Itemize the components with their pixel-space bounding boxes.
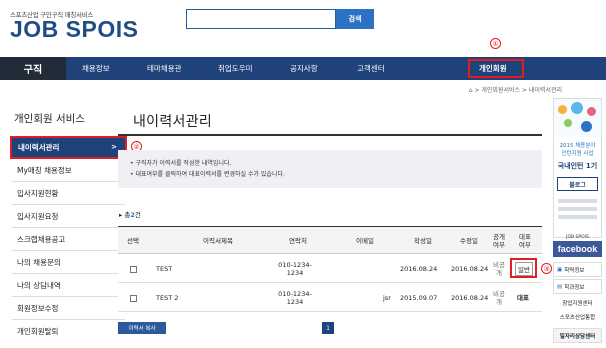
col-public: 공개 여부 bbox=[493, 233, 505, 249]
notice-line: • 대표여부를 클릭하여 대표이력서를 변경하실 수가 있습니다. bbox=[130, 171, 285, 178]
quicklink-major[interactable]: ▤ 학과정보 bbox=[553, 279, 602, 294]
quicklink-label: 학과정보 bbox=[564, 284, 585, 291]
col-created: 작성일 bbox=[414, 237, 432, 245]
notice-line: • 구직자가 이력서를 작성한 내역입니다. bbox=[130, 160, 232, 167]
highlight-box-button bbox=[510, 258, 537, 278]
public-status: 비공 개 bbox=[493, 261, 505, 277]
banner-line1: 2015 채용분야 bbox=[559, 143, 596, 149]
nav-job-helper[interactable]: 취업도우미 bbox=[218, 57, 253, 80]
public-status: 비공 개 bbox=[493, 290, 505, 306]
quicklink-startup[interactable]: 창업지원센터 bbox=[553, 296, 602, 309]
banner-graphic bbox=[554, 99, 601, 137]
nav-notices[interactable]: 공지사항 bbox=[290, 57, 318, 80]
sidebar-item-consultations[interactable]: 나의 상담내역 bbox=[12, 274, 125, 297]
sidebar-item-application-status[interactable]: 입사지원현황 bbox=[12, 182, 125, 205]
breadcrumb: ⌂ > 개인회원서비스 > 내이력서관리 bbox=[468, 87, 562, 94]
balloon-icon bbox=[571, 102, 583, 114]
highlight-box-nav bbox=[468, 59, 524, 78]
sidebar-item-scrap[interactable]: 스크랩채용공고 bbox=[12, 228, 125, 251]
count-prefix: ▸ 총 bbox=[119, 211, 131, 219]
quicklink-education[interactable]: ▣ 학력정보 bbox=[553, 262, 602, 277]
col-resume-title: 이력서제목 bbox=[203, 237, 233, 245]
facebook-caption: JOB SPOIS bbox=[566, 235, 589, 240]
search-input[interactable] bbox=[186, 9, 336, 29]
highlight-box-sidebar bbox=[10, 136, 127, 159]
balloon-icon bbox=[581, 121, 592, 132]
resume-phone: 010-1234- 1234 bbox=[278, 261, 312, 277]
total-count: ▸ 총2건 bbox=[119, 209, 141, 219]
title-divider bbox=[118, 134, 542, 136]
callout-3: ③ bbox=[541, 263, 552, 274]
balloon-icon bbox=[558, 105, 567, 114]
pagination-page[interactable]: 1 bbox=[322, 322, 334, 334]
nav-theme-hiring[interactable]: 테마채용관 bbox=[147, 57, 182, 80]
search-button[interactable]: 검색 bbox=[336, 9, 374, 29]
sidebar-item-withdraw[interactable]: 개인회원탈퇴 bbox=[12, 320, 125, 343]
banner-blog-button[interactable]: 블로그 bbox=[557, 177, 598, 191]
resume-modified: 2016.08.24 bbox=[451, 265, 489, 273]
callout-1: ① bbox=[490, 38, 501, 49]
col-modified: 수정일 bbox=[460, 237, 478, 245]
col-email: 이메일 bbox=[356, 237, 374, 245]
sidebar-title: 개인회원 서비스 bbox=[14, 113, 85, 125]
book-icon: ▤ bbox=[557, 283, 563, 290]
resume-title[interactable]: TEST 2 bbox=[156, 284, 178, 312]
col-select: 선택 bbox=[127, 237, 139, 245]
partner-logo bbox=[558, 215, 597, 219]
table-row: TEST 2 010-1234- 1234 jsr 2015.09.07 201… bbox=[118, 284, 542, 312]
balloon-icon bbox=[587, 107, 596, 116]
intern-banner[interactable]: 2015 채용분야 인턴지원 사업 국내인턴 1기 블로그 bbox=[553, 98, 602, 238]
table-row: TEST 010-1234- 1234 2016.08.24 2016.08.2… bbox=[118, 255, 542, 283]
resume-email: jsr bbox=[383, 294, 391, 302]
site-logo[interactable]: JOB SPOIS bbox=[10, 16, 138, 43]
row-checkbox[interactable] bbox=[130, 265, 137, 273]
resume-title[interactable]: TEST bbox=[156, 255, 172, 283]
nav-main-job-seeker[interactable]: 구직 bbox=[0, 57, 66, 80]
sidebar-item-edit-profile[interactable]: 회원정보수정 bbox=[12, 297, 125, 320]
table-header: 선택 이력서제목 연락처 이메일 작성일 수정일 공개 여부 대표 여부 bbox=[118, 226, 542, 254]
resume-created: 2015.09.07 bbox=[400, 294, 438, 302]
nav-customer-center[interactable]: 고객센터 bbox=[357, 57, 385, 80]
quicklink-label: 학력정보 bbox=[564, 267, 585, 274]
resume-modified: 2016.08.24 bbox=[451, 294, 489, 302]
cap-icon: ▣ bbox=[557, 266, 563, 273]
sidebar-item-my-matching[interactable]: My매칭 채용정보 bbox=[12, 159, 125, 182]
partner-logo bbox=[558, 199, 597, 203]
banner-main: 국내인턴 1기 bbox=[557, 162, 598, 170]
col-contact: 연락처 bbox=[289, 237, 307, 245]
count-suffix: 건 bbox=[134, 211, 141, 219]
sidebar-item-application-request[interactable]: 입사지원요청 bbox=[12, 205, 125, 228]
resume-phone: 010-1234- 1234 bbox=[278, 290, 312, 306]
sidebar-item-inquiries[interactable]: 나의 채용문의 bbox=[12, 251, 125, 274]
representative-status[interactable]: 대표 bbox=[517, 284, 529, 312]
partner-logo bbox=[558, 207, 597, 211]
page-title: 내이력서관리 bbox=[133, 114, 213, 130]
banner-line2: 인턴지원 사업 bbox=[561, 151, 594, 157]
balloon-icon bbox=[564, 119, 572, 127]
quicklink-sports-industry[interactable]: 스포츠산업통합 bbox=[553, 310, 602, 323]
resume-created: 2016.08.24 bbox=[400, 265, 438, 273]
quicklink-job-counsel[interactable]: 일자리상담센터 bbox=[553, 328, 602, 343]
notice-box: • 구직자가 이력서를 작성한 내역입니다. • 대표여부를 클릭하여 대표이력… bbox=[118, 150, 542, 188]
nav-job-info[interactable]: 채용정보 bbox=[82, 57, 110, 80]
row-checkbox[interactable] bbox=[130, 294, 137, 302]
col-representative: 대표 여부 bbox=[519, 233, 531, 249]
facebook-link[interactable]: facebook bbox=[553, 241, 602, 257]
copy-resume-button[interactable]: 이력서 복사 bbox=[118, 322, 166, 334]
